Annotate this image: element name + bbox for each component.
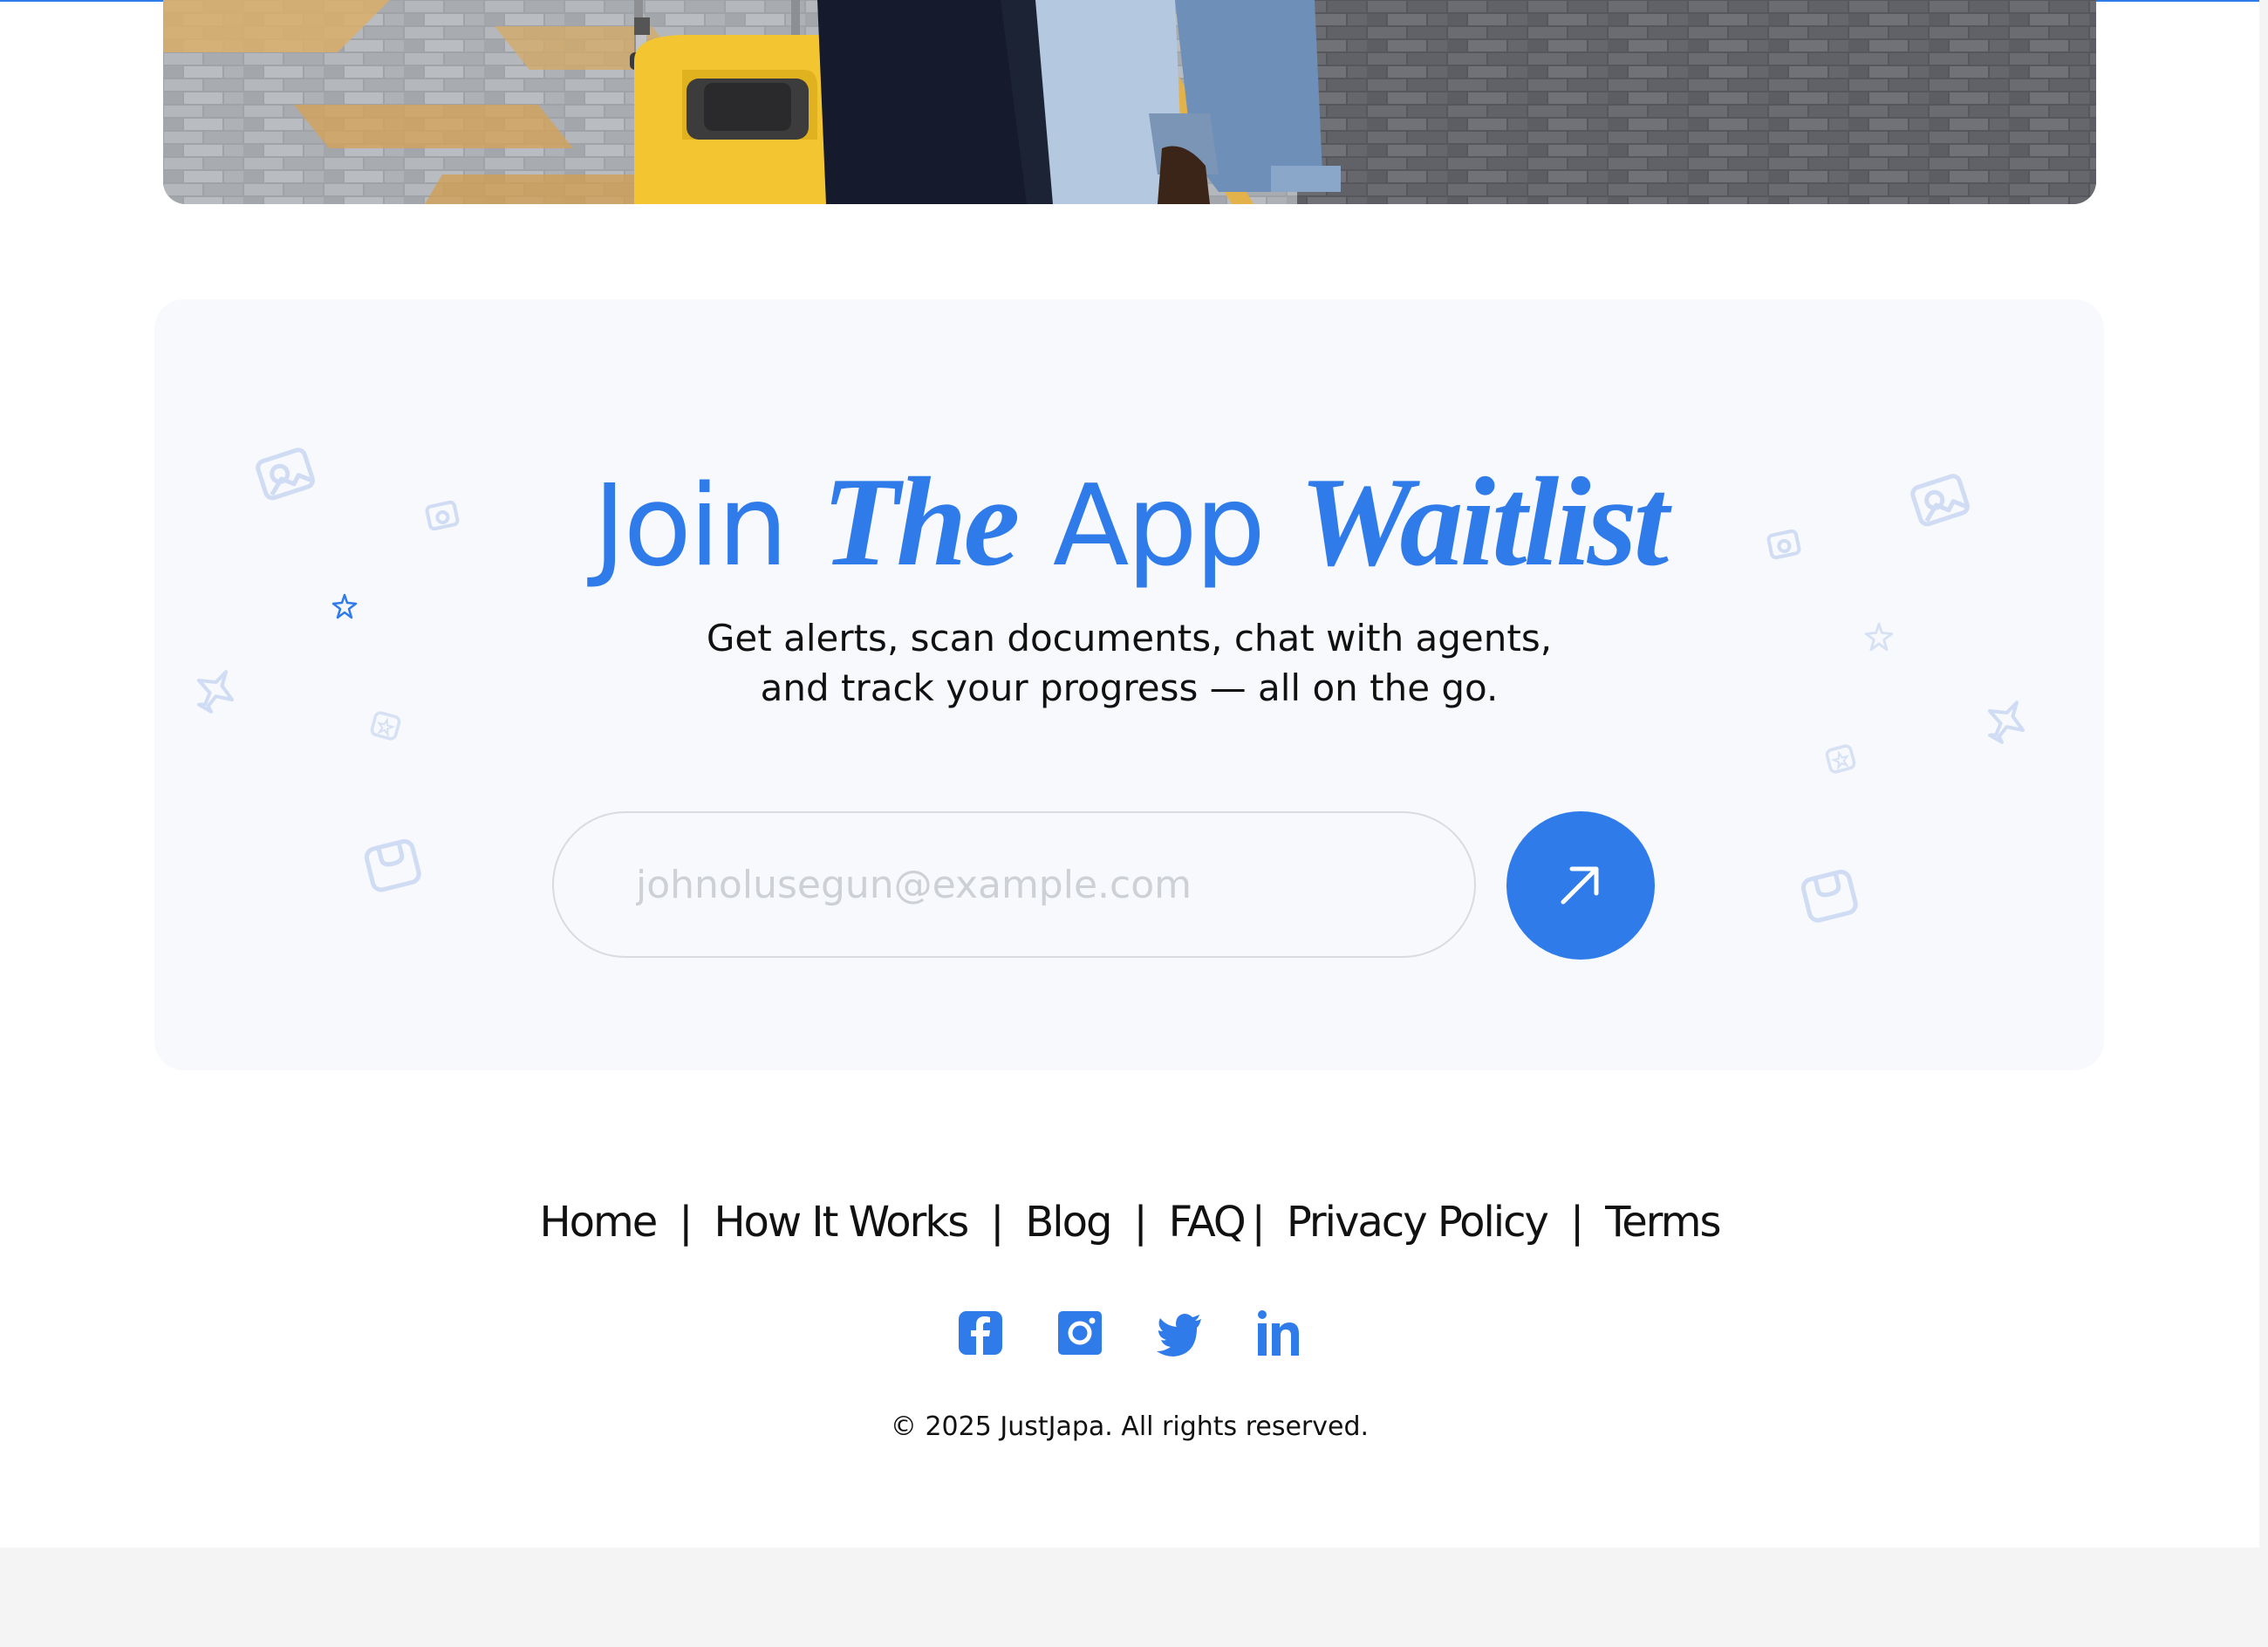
title-word-app: App [1052,461,1266,591]
nav-separator: | [1569,1198,1584,1247]
arrow-up-right-icon [1554,858,1607,913]
subtitle-line-1: Get alerts, scan documents, chat with ag… [706,617,1553,659]
footer-link-terms[interactable]: Terms [1605,1198,1721,1247]
nav-separator: | [1251,1198,1266,1247]
footer-link-home[interactable]: Home [540,1198,659,1247]
page: Join The App Waitlist Get alerts, scan d… [0,0,2259,1548]
subtitle-line-2: and track your progress — all on the go. [760,666,1499,709]
submit-button[interactable] [1506,811,1655,960]
footer-link-blog[interactable]: Blog [1025,1198,1112,1247]
hero-photo [163,0,2096,204]
nav-separator: | [1133,1198,1147,1247]
waitlist-section: Join The App Waitlist Get alerts, scan d… [154,299,2104,1070]
linkedin-icon[interactable] [1255,1307,1302,1359]
facebook-icon[interactable] [957,1307,1004,1359]
nav-separator: | [990,1198,1004,1247]
title-word-join: Join [592,461,789,591]
nav-separator: | [679,1198,693,1247]
twitter-icon[interactable] [1156,1307,1203,1359]
star-icon [368,709,403,742]
footer-link-faq[interactable]: FAQ [1169,1198,1247,1247]
instagram-icon[interactable] [1056,1307,1103,1359]
waitlist-title: Join The App Waitlist [154,456,2104,592]
social-links [0,1307,2259,1359]
email-input[interactable] [552,811,1476,958]
footer-nav: Home | How It Works | Blog | FAQ | Privacy Polic… [0,1192,2259,1253]
star-icon [1823,742,1858,776]
title-word-the: The [822,451,1020,592]
luggage-icon [1800,866,1860,924]
waitlist-subtitle: Get alerts, scan documents, chat with ag… [154,613,2104,713]
luggage-icon [364,836,423,893]
title-word-waitlist: Waitlist [1299,451,1670,592]
copyright-text: © 2025 JustJapa. All rights reserved. [890,1411,1370,1442]
footer-link-how-it-works[interactable]: How It Works [714,1198,969,1247]
footer-link-privacy-policy[interactable]: Privacy Policy [1287,1198,1549,1247]
